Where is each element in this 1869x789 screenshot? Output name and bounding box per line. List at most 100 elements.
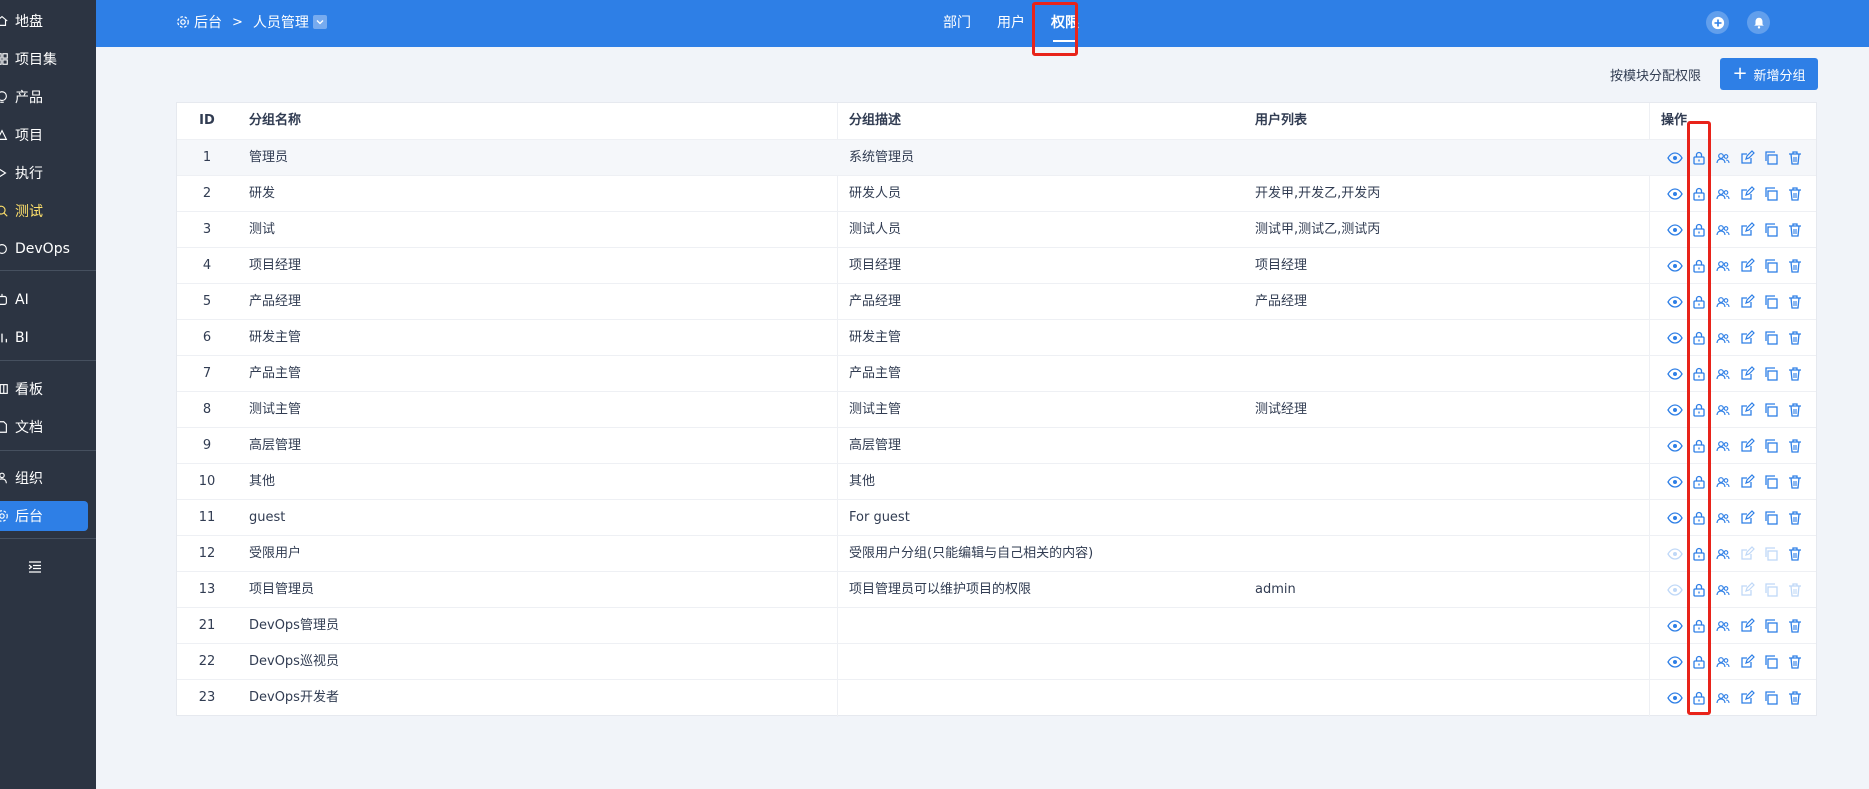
copy-icon[interactable]: [1763, 510, 1779, 526]
members-icon[interactable]: [1715, 258, 1731, 274]
sidebar-item-6[interactable]: 测试: [0, 196, 88, 226]
edit-icon[interactable]: [1739, 330, 1755, 346]
edit-icon[interactable]: [1739, 474, 1755, 490]
assign-by-module-link[interactable]: 按模块分配权限: [1610, 65, 1701, 84]
edit-icon[interactable]: [1739, 690, 1755, 706]
view-icon[interactable]: [1667, 186, 1683, 202]
copy-icon[interactable]: [1763, 186, 1779, 202]
trash-icon[interactable]: [1787, 546, 1803, 562]
sidebar-item-5[interactable]: 执行: [0, 158, 88, 188]
edit-icon[interactable]: [1739, 510, 1755, 526]
trash-icon[interactable]: [1787, 258, 1803, 274]
copy-icon[interactable]: [1763, 258, 1779, 274]
members-icon[interactable]: [1715, 510, 1731, 526]
members-icon[interactable]: [1715, 402, 1731, 418]
sidebar-item-9[interactable]: BI: [0, 323, 88, 353]
members-icon[interactable]: [1715, 618, 1731, 634]
trash-icon[interactable]: [1787, 654, 1803, 670]
sidebar-item-7[interactable]: DevOps: [0, 234, 88, 264]
view-icon[interactable]: [1667, 474, 1683, 490]
sidebar-item-4[interactable]: 项目: [0, 120, 88, 150]
members-icon[interactable]: [1715, 438, 1731, 454]
copy-icon[interactable]: [1763, 330, 1779, 346]
members-icon[interactable]: [1715, 546, 1731, 562]
copy-icon[interactable]: [1763, 474, 1779, 490]
view-icon[interactable]: [1667, 618, 1683, 634]
trash-icon[interactable]: [1787, 330, 1803, 346]
edit-icon[interactable]: [1739, 402, 1755, 418]
add-circle-icon[interactable]: [1706, 11, 1729, 34]
members-icon[interactable]: [1715, 582, 1731, 598]
copy-icon[interactable]: [1763, 222, 1779, 238]
trash-icon[interactable]: [1787, 366, 1803, 382]
sidebar-item-10[interactable]: 看板: [0, 374, 88, 404]
view-icon[interactable]: [1667, 690, 1683, 706]
members-icon[interactable]: [1715, 186, 1731, 202]
trash-icon[interactable]: [1787, 186, 1803, 202]
breadcrumb-root[interactable]: 后台: [194, 12, 222, 32]
members-icon[interactable]: [1715, 222, 1731, 238]
group-users: [1255, 644, 1635, 680]
copy-icon[interactable]: [1763, 366, 1779, 382]
header-id[interactable]: ID: [177, 103, 237, 139]
edit-icon[interactable]: [1739, 186, 1755, 202]
view-icon[interactable]: [1667, 150, 1683, 166]
members-icon[interactable]: [1715, 366, 1731, 382]
header-name[interactable]: 分组名称: [249, 103, 769, 139]
view-icon[interactable]: [1667, 438, 1683, 454]
members-icon[interactable]: [1715, 294, 1731, 310]
edit-icon[interactable]: [1739, 366, 1755, 382]
trash-icon[interactable]: [1787, 222, 1803, 238]
members-icon[interactable]: [1715, 654, 1731, 670]
sidebar-item-1[interactable]: 地盘: [0, 6, 88, 36]
copy-icon[interactable]: [1763, 654, 1779, 670]
copy-icon[interactable]: [1763, 402, 1779, 418]
trash-icon[interactable]: [1787, 690, 1803, 706]
edit-icon[interactable]: [1739, 438, 1755, 454]
copy-icon[interactable]: [1763, 438, 1779, 454]
view-icon[interactable]: [1667, 366, 1683, 382]
sidebar-item-11[interactable]: 文档: [0, 412, 88, 442]
edit-icon[interactable]: [1739, 654, 1755, 670]
view-icon[interactable]: [1667, 330, 1683, 346]
collapse-menu-icon[interactable]: [28, 560, 42, 574]
view-icon[interactable]: [1667, 258, 1683, 274]
trash-icon[interactable]: [1787, 294, 1803, 310]
edit-icon[interactable]: [1739, 258, 1755, 274]
add-group-button[interactable]: + 新增分组: [1720, 58, 1818, 90]
bell-icon[interactable]: [1747, 11, 1770, 34]
chevron-down-icon[interactable]: [312, 15, 327, 29]
view-icon[interactable]: [1667, 402, 1683, 418]
tab-user[interactable]: 用户: [997, 12, 1025, 32]
members-icon[interactable]: [1715, 150, 1731, 166]
edit-icon[interactable]: [1739, 618, 1755, 634]
trash-icon[interactable]: [1787, 618, 1803, 634]
sidebar-item-2[interactable]: 项目集: [0, 44, 88, 74]
edit-icon[interactable]: [1739, 150, 1755, 166]
copy-icon[interactable]: [1763, 294, 1779, 310]
view-icon[interactable]: [1667, 654, 1683, 670]
view-icon[interactable]: [1667, 294, 1683, 310]
members-icon[interactable]: [1715, 474, 1731, 490]
copy-icon[interactable]: [1763, 690, 1779, 706]
tab-department[interactable]: 部门: [943, 12, 971, 32]
edit-icon[interactable]: [1739, 294, 1755, 310]
view-icon[interactable]: [1667, 222, 1683, 238]
trash-icon[interactable]: [1787, 474, 1803, 490]
sidebar-item-3[interactable]: 产品: [0, 82, 88, 112]
sidebar-item-12[interactable]: 组织: [0, 463, 88, 493]
edit-icon[interactable]: [1739, 222, 1755, 238]
copy-icon[interactable]: [1763, 618, 1779, 634]
trash-icon[interactable]: [1787, 510, 1803, 526]
trash-icon[interactable]: [1787, 402, 1803, 418]
group-name: 项目管理员: [249, 582, 315, 597]
trash-icon[interactable]: [1787, 150, 1803, 166]
sidebar-item-8[interactable]: AI: [0, 285, 88, 315]
members-icon[interactable]: [1715, 690, 1731, 706]
view-icon[interactable]: [1667, 510, 1683, 526]
members-icon[interactable]: [1715, 330, 1731, 346]
copy-icon[interactable]: [1763, 150, 1779, 166]
trash-icon[interactable]: [1787, 438, 1803, 454]
breadcrumb-current[interactable]: 人员管理: [253, 12, 309, 32]
sidebar-item-13[interactable]: 后台: [0, 501, 88, 531]
